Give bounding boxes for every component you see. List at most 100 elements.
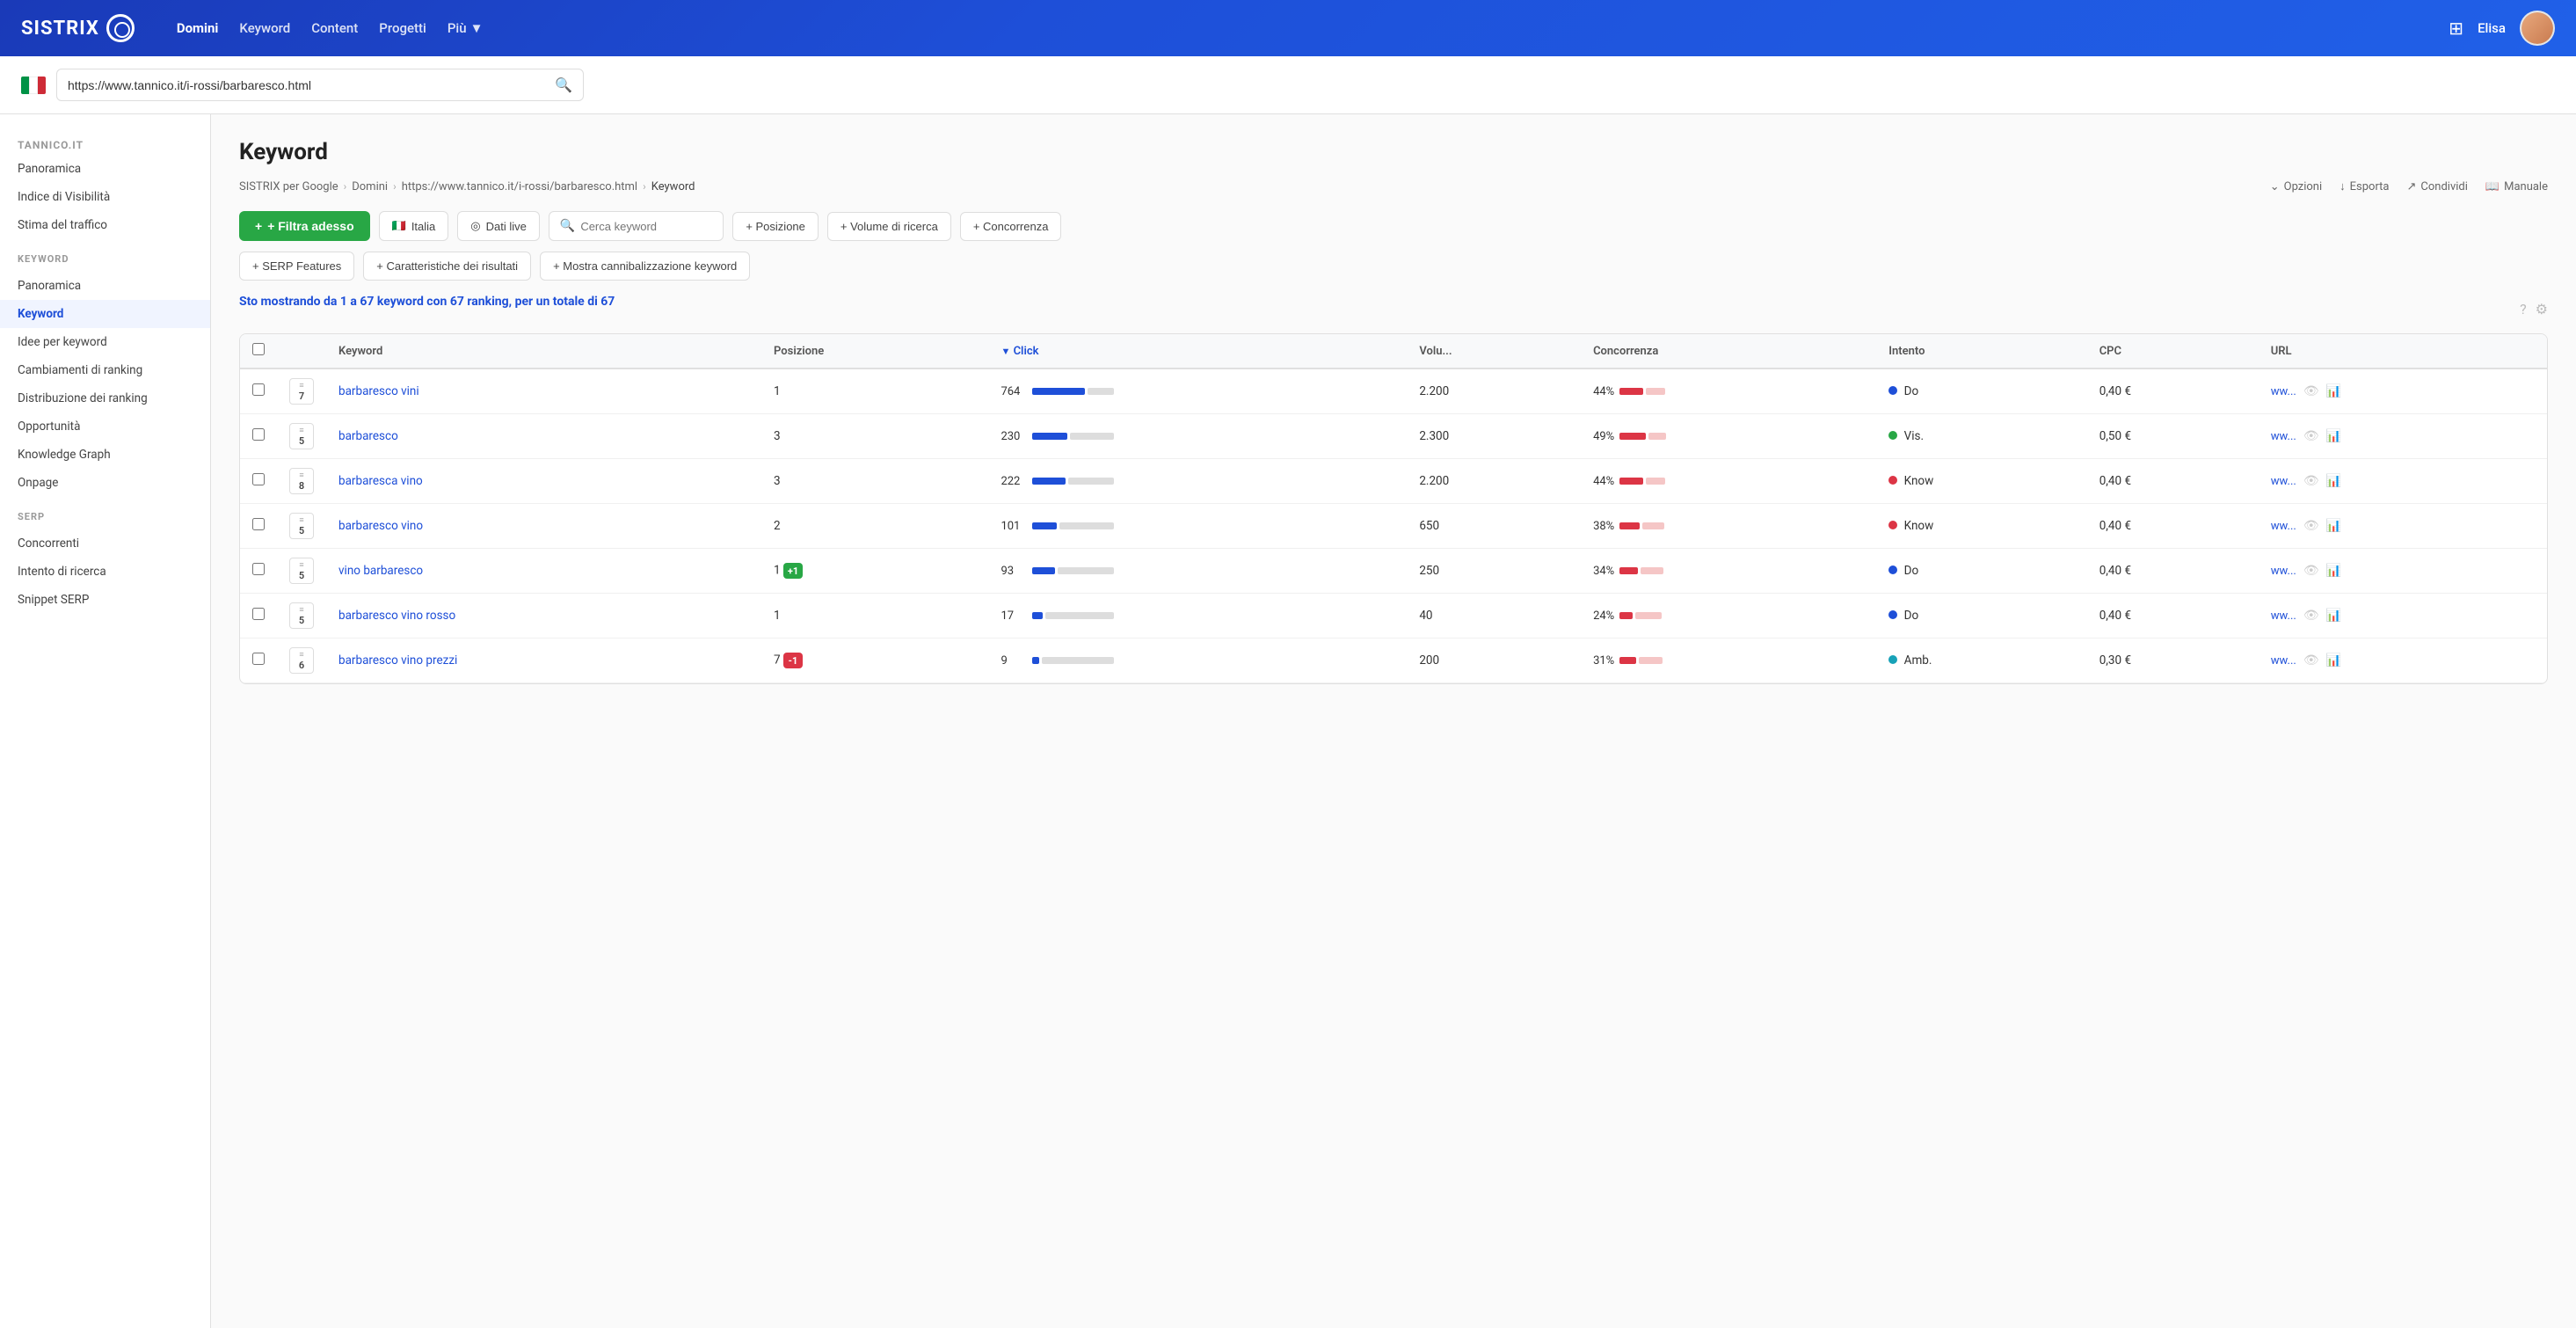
row-checkbox-cell [240, 549, 277, 594]
eye-icon[interactable]: 👁 [2303, 564, 2319, 578]
row-keyword[interactable]: barbaresco vino rosso [326, 594, 761, 638]
col-click[interactable]: ▼ Click [988, 334, 1407, 368]
grid-icon[interactable]: ⊞ [2449, 18, 2463, 39]
row-keyword[interactable]: barbaresca vino [326, 459, 761, 504]
row-url-link[interactable]: ww... [2271, 565, 2296, 578]
row-url-link[interactable]: ww... [2271, 430, 2296, 443]
caratteristiche-filter[interactable]: + Caratteristiche dei risultati [363, 252, 531, 281]
sidebar-item-distribuzione[interactable]: Distribuzione dei ranking [0, 384, 210, 412]
settings-icon[interactable]: ⚙ [2536, 301, 2548, 317]
sidebar-item-concorrenti[interactable]: Concorrenti [0, 529, 210, 558]
chart-icon[interactable]: 📊 [2326, 653, 2341, 668]
sidebar-item-snippet[interactable]: Snippet SERP [0, 586, 210, 614]
italia-filter[interactable]: 🇮🇹 Italia [379, 211, 449, 241]
rank-icon-badge[interactable]: ≡ 7 [289, 378, 314, 405]
col-keyword[interactable]: Keyword [326, 334, 761, 368]
chart-icon[interactable]: 📊 [2326, 429, 2341, 443]
row-checkbox[interactable] [252, 383, 265, 396]
posizione-filter[interactable]: + Posizione [732, 212, 819, 241]
filtra-adesso-button[interactable]: + + Filtra adesso [239, 211, 370, 241]
cannibalizzazione-filter[interactable]: + Mostra cannibalizzazione keyword [540, 252, 750, 281]
col-posizione[interactable]: Posizione [761, 334, 988, 368]
row-keyword[interactable]: barbaresco vino [326, 504, 761, 549]
concorrenza-filter[interactable]: + Concorrenza [960, 212, 1062, 241]
sidebar-item-cambiamenti[interactable]: Cambiamenti di ranking [0, 356, 210, 384]
rank-icon-badge[interactable]: ≡ 6 [289, 647, 314, 674]
row-url-link[interactable]: ww... [2271, 654, 2296, 668]
breadcrumb-url[interactable]: https://www.tannico.it/i-rossi/barbaresc… [402, 180, 637, 193]
col-concorrenza[interactable]: Concorrenza [1581, 334, 1876, 368]
sidebar-item-panoramica[interactable]: Panoramica [0, 155, 210, 183]
breadcrumb-domini[interactable]: Domini [352, 180, 388, 193]
col-intento[interactable]: Intento [1876, 334, 2086, 368]
breadcrumb-sistrix[interactable]: SISTRIX per Google [239, 180, 338, 193]
sidebar-item-traffico[interactable]: Stima del traffico [0, 211, 210, 239]
eye-icon[interactable]: 👁 [2303, 609, 2319, 623]
url-search-wrap[interactable]: 🔍 [56, 69, 584, 101]
nav-content[interactable]: Content [311, 20, 358, 36]
row-keyword[interactable]: vino barbaresco [326, 549, 761, 594]
nav-keyword[interactable]: Keyword [239, 20, 290, 36]
eye-icon[interactable]: 👁 [2303, 653, 2319, 668]
breadcrumb-esporta[interactable]: ↓ Esporta [2340, 179, 2389, 193]
row-url-link[interactable]: ww... [2271, 475, 2296, 488]
row-url-link[interactable]: ww... [2271, 520, 2296, 533]
sidebar-item-idee-keyword[interactable]: Idee per keyword [0, 328, 210, 356]
row-keyword[interactable]: barbaresco vini [326, 368, 761, 414]
sidebar-item-opportunita[interactable]: Opportunità [0, 412, 210, 441]
nav-domini[interactable]: Domini [177, 20, 219, 36]
keyword-search[interactable]: 🔍 [549, 211, 724, 241]
rank-icon-badge[interactable]: ≡ 5 [289, 423, 314, 449]
row-keyword[interactable]: barbaresco [326, 414, 761, 459]
nav-progetti[interactable]: Progetti [379, 20, 426, 36]
row-url-link[interactable]: ww... [2271, 609, 2296, 623]
sidebar-item-keyword-panoramica[interactable]: Panoramica [0, 272, 210, 300]
row-checkbox[interactable] [252, 653, 265, 665]
rank-icon-badge[interactable]: ≡ 8 [289, 468, 314, 494]
volume-filter[interactable]: + Volume di ricerca [827, 212, 951, 241]
rank-icon-badge[interactable]: ≡ 5 [289, 558, 314, 584]
logo[interactable]: SISTRIX [21, 14, 135, 42]
eye-icon[interactable]: 👁 [2303, 429, 2319, 443]
keyword-search-input[interactable] [580, 220, 712, 233]
row-rank-icon-cell: ≡ 5 [277, 504, 326, 549]
eye-icon[interactable]: 👁 [2303, 474, 2319, 488]
row-url-link[interactable]: ww... [2271, 385, 2296, 398]
chart-icon[interactable]: 📊 [2326, 474, 2341, 488]
esporta-label: Esporta [2350, 180, 2390, 193]
dati-live-filter[interactable]: ◎ Dati live [457, 211, 540, 241]
sidebar-item-intento[interactable]: Intento di ricerca [0, 558, 210, 586]
row-checkbox[interactable] [252, 428, 265, 441]
row-checkbox[interactable] [252, 473, 265, 485]
row-cpc: 0,40 € [2087, 504, 2259, 549]
chart-icon[interactable]: 📊 [2326, 609, 2341, 623]
eye-icon[interactable]: 👁 [2303, 384, 2319, 398]
breadcrumb-opzioni[interactable]: ⌄ Opzioni [2270, 180, 2322, 193]
sidebar-item-keyword[interactable]: Keyword [0, 300, 210, 328]
serp-features-filter[interactable]: + SERP Features [239, 252, 354, 281]
row-checkbox[interactable] [252, 518, 265, 530]
chart-icon[interactable]: 📊 [2326, 384, 2341, 398]
col-volume[interactable]: Volu... [1407, 334, 1581, 368]
row-keyword[interactable]: barbaresco vino prezzi [326, 638, 761, 683]
nav-piu-dropdown[interactable]: Più ▼ [448, 20, 484, 36]
sidebar-item-onpage[interactable]: Onpage [0, 469, 210, 497]
row-checkbox[interactable] [252, 608, 265, 620]
sidebar-item-knowledge-graph[interactable]: Knowledge Graph [0, 441, 210, 469]
sidebar-item-visibilita[interactable]: Indice di Visibilità [0, 183, 210, 211]
avatar[interactable] [2520, 11, 2555, 46]
chart-icon[interactable]: 📊 [2326, 564, 2341, 578]
rank-icon-badge[interactable]: ≡ 5 [289, 602, 314, 629]
breadcrumb-manuale[interactable]: 📖 Manuale [2485, 180, 2548, 193]
rank-icon-badge[interactable]: ≡ 5 [289, 513, 314, 539]
chart-icon[interactable]: 📊 [2326, 519, 2341, 533]
url-search-input[interactable] [68, 78, 548, 92]
row-checkbox[interactable] [252, 563, 265, 575]
eye-icon[interactable]: 👁 [2303, 519, 2319, 533]
row-checkbox-cell [240, 414, 277, 459]
search-icon[interactable]: 🔍 [555, 77, 572, 93]
breadcrumb-condividi[interactable]: ↗ Condividi [2407, 180, 2468, 193]
col-cpc[interactable]: CPC [2087, 334, 2259, 368]
select-all-checkbox[interactable] [252, 343, 265, 355]
help-icon[interactable]: ? [2520, 301, 2527, 317]
